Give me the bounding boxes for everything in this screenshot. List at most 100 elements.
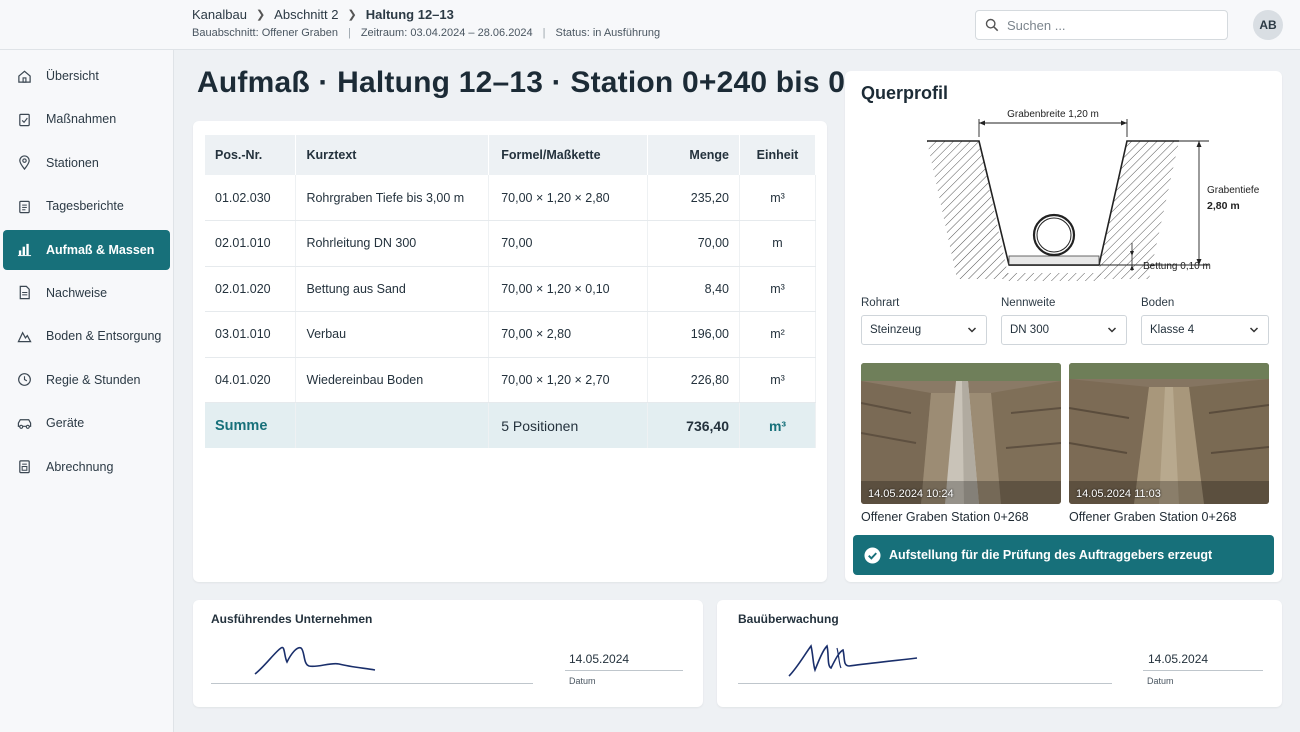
table-row[interactable]: 04.01.020 Wiedereinbau Boden 70,00 × 1,2…: [205, 357, 816, 403]
cell-text: Verbau: [295, 311, 490, 358]
mountain-icon: [17, 331, 32, 343]
pipe-icon: [1032, 213, 1076, 257]
sum-unit: m³: [739, 402, 816, 448]
boden-select[interactable]: Klasse 4: [1141, 315, 1269, 345]
cell-qty: 235,20: [647, 175, 740, 221]
cell-unit: m³: [739, 175, 816, 221]
cell-pos: 02.01.020: [205, 266, 297, 312]
sidebar-item-boden[interactable]: Boden & Entsorgung: [3, 316, 170, 356]
sidebar-item-abrechnung[interactable]: Abrechnung: [3, 447, 170, 487]
cross-section-card: Querprofil Grabenbreite 1,20 m Grabentie…: [845, 71, 1282, 582]
sidebar-item-aufmass[interactable]: Aufmaß & Massen: [3, 229, 170, 270]
sidebar-item-geraete[interactable]: Geräte: [3, 403, 170, 443]
handwritten-signature[interactable]: [251, 640, 381, 680]
banner-text: Aufstellung für die Prüfung des Auftragg…: [889, 548, 1213, 562]
sidebar-item-stationen[interactable]: Stationen: [3, 143, 170, 183]
cell-pos: 04.01.020: [205, 357, 297, 403]
sum-label: Summe: [205, 402, 297, 448]
cell-formula: 70,00 × 2,80: [488, 311, 649, 358]
signature-title: Bauüberwachung: [738, 612, 839, 626]
cell-text: Rohrleitung DN 300: [295, 220, 490, 267]
site-photo-2[interactable]: 14.05.2024 11:03: [1069, 363, 1269, 504]
sidebar: Übersicht Maßnahmen Stationen Tagesberic…: [0, 50, 174, 732]
cell-formula: 70,00 × 1,20 × 2,70: [488, 357, 649, 403]
col-header-text[interactable]: Kurztext: [295, 135, 490, 175]
meta-bauabschnitt: Bauabschnitt: Offener Graben: [192, 27, 338, 39]
soil-hatch-right: [1097, 141, 1179, 279]
cell-unit: m: [739, 220, 816, 267]
sidebar-item-label: Stationen: [46, 155, 99, 170]
photo-timestamp: 14.05.2024 10:24: [868, 488, 954, 500]
table-row[interactable]: 02.01.010 Rohrleitung DN 300 70,00 70,00…: [205, 220, 816, 267]
signature-card-supervision: Bauüberwachung 14.05.2024 Datum: [717, 600, 1282, 707]
boden-label: Boden: [1141, 297, 1175, 309]
signature-line: [211, 683, 533, 684]
measurement-table-card: Pos.-Nr. Kurztext Formel/Maßkette Menge …: [193, 121, 827, 582]
signature-title: Ausführendes Unternehmen: [211, 612, 373, 626]
chevron-right-icon: ❯: [347, 9, 357, 21]
search-icon: [985, 18, 999, 32]
chevron-down-icon: [1249, 327, 1259, 333]
cell-formula: 70,00: [488, 220, 649, 267]
sidebar-item-label: Abrechnung: [46, 459, 114, 474]
breadcrumb-kanalbau[interactable]: Kanalbau: [192, 7, 247, 22]
cell-formula: 70,00 × 1,20 × 0,10: [488, 266, 649, 312]
photo-timestamp: 14.05.2024 11:03: [1076, 488, 1161, 500]
rohrart-select[interactable]: Steinzeug: [861, 315, 987, 345]
nennweite-select[interactable]: DN 300: [1001, 315, 1127, 345]
photo-caption: Offener Graben Station 0+268: [1069, 510, 1237, 524]
sidebar-item-regie[interactable]: Regie & Stunden: [3, 360, 170, 400]
nennweite-label: Nennweite: [1001, 297, 1056, 309]
divider: |: [542, 27, 546, 39]
sidebar-item-massnahmen[interactable]: Maßnahmen: [3, 99, 170, 139]
invoice-icon: [19, 460, 30, 474]
table-row[interactable]: 03.01.010 Verbau 70,00 × 2,80 196,00 m²: [205, 311, 816, 358]
search-box[interactable]: [975, 10, 1228, 40]
measurement-table: Pos.-Nr. Kurztext Formel/Maßkette Menge …: [205, 135, 816, 448]
sidebar-item-tagesberichte[interactable]: Tagesberichte: [3, 186, 170, 226]
sidebar-item-label: Regie & Stunden: [46, 372, 141, 387]
date-label: Datum: [569, 676, 596, 686]
sidebar-item-nachweise[interactable]: Nachweise: [3, 273, 170, 313]
report-icon: [19, 200, 30, 213]
signature-date[interactable]: 14.05.2024: [1148, 652, 1208, 666]
site-photo-1[interactable]: 14.05.2024 10:24: [861, 363, 1061, 504]
col-header-qty[interactable]: Menge: [647, 135, 740, 175]
meta-status: Status: in Ausführung: [555, 27, 661, 39]
cell-text: Rohrgraben Tiefe bis 3,00 m: [295, 175, 490, 221]
cell-pos: 02.01.010: [205, 220, 297, 267]
success-banner: Aufstellung für die Prüfung des Auftragg…: [853, 535, 1274, 575]
cell-text: Bettung aus Sand: [295, 266, 490, 312]
rohrart-value: Steinzeug: [870, 324, 922, 336]
user-avatar[interactable]: AB: [1253, 10, 1283, 40]
bar-chart-icon: [17, 243, 32, 257]
sum-qty: 736,40: [647, 402, 740, 448]
nennweite-value: DN 300: [1010, 324, 1049, 336]
sidebar-item-uebersicht[interactable]: Übersicht: [3, 56, 170, 96]
table-row[interactable]: 01.02.030 Rohrgraben Tiefe bis 3,00 m 70…: [205, 175, 816, 221]
breadcrumb-current: Haltung 12–13: [365, 7, 454, 22]
table-row[interactable]: 02.01.020 Bettung aus Sand 70,00 × 1,20 …: [205, 266, 816, 312]
col-header-pos[interactable]: Pos.-Nr.: [205, 135, 297, 175]
sidebar-item-label: Nachweise: [46, 285, 108, 300]
cell-formula: 70,00 × 1,20 × 2,80: [488, 175, 649, 221]
sidebar-item-label: Übersicht: [46, 69, 99, 83]
divider: |: [347, 27, 351, 39]
clipboard-icon: [19, 113, 30, 127]
col-header-formula[interactable]: Formel/Maßkette: [488, 135, 649, 175]
trench-photo-image: [861, 363, 1061, 504]
handwritten-signature[interactable]: [787, 640, 927, 680]
project-meta: Bauabschnitt: Offener Graben | Zeitraum:…: [192, 27, 660, 39]
sidebar-item-label: Aufmaß & Massen: [46, 242, 155, 257]
sidebar-item-label: Tagesberichte: [46, 199, 124, 214]
cell-qty: 8,40: [647, 266, 740, 312]
signature-date[interactable]: 14.05.2024: [569, 652, 629, 666]
search-input[interactable]: [1007, 17, 1207, 33]
sidebar-item-label: Geräte: [46, 416, 85, 431]
dimension-width-label: Grabenbreite 1,20 m: [1007, 109, 1099, 120]
breadcrumb-abschnitt[interactable]: Abschnitt 2: [274, 7, 338, 22]
cell-qty: 70,00: [647, 220, 740, 267]
col-header-unit[interactable]: Einheit: [739, 135, 816, 175]
signature-line: [738, 683, 1112, 684]
rohrart-label: Rohrart: [861, 297, 900, 309]
